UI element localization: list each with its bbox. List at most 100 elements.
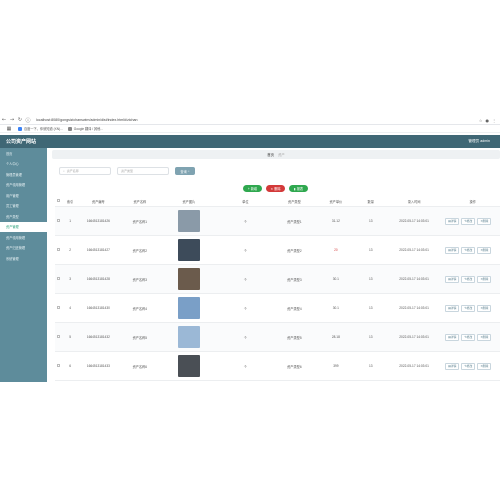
asset-thumbnail[interactable] [177, 326, 200, 348]
asset-thumbnail[interactable] [177, 210, 200, 232]
back-icon[interactable]: ← [0, 117, 8, 123]
cell-index: 5 [69, 335, 71, 339]
sidebar-item-asset-type[interactable]: 资产类型 [0, 211, 47, 222]
cell-code: 1664513181426 [86, 219, 110, 223]
cell-time: 2022-05-17 14:03:01 [399, 364, 429, 368]
sidebar-item-asset-use[interactable]: 资产领用管理 [0, 180, 47, 191]
delete-row-button[interactable]: ✕ 删除 [477, 217, 492, 225]
sidebar-item-asset-return[interactable]: 资产归还管理 [0, 243, 47, 254]
search-button[interactable]: 查询 ⌕ [175, 167, 195, 175]
detail-button[interactable]: ▤ 详情 [445, 362, 460, 370]
table-body: 1 1664513181426 资产名称1 个 资产类型1 31.12 13 2022-05-… [55, 207, 500, 381]
asset-thumbnail[interactable] [177, 268, 200, 290]
add-button[interactable]: + 新增 [243, 185, 262, 192]
delete-row-button[interactable]: ✕ 删除 [477, 362, 492, 370]
edit-button[interactable]: ✎ 修改 [461, 333, 476, 341]
cell-qty: 13 [368, 364, 373, 368]
row-checkbox[interactable] [55, 364, 63, 368]
bookmark-2[interactable]: Google 翻译 / 其他... [67, 126, 103, 131]
sidebar-item-assets[interactable]: 资产管理 [0, 221, 47, 232]
col-name: 资产名称 [133, 199, 147, 204]
row-checkbox[interactable] [55, 219, 63, 223]
sidebar-item-profile[interactable]: 个人中心 [0, 159, 47, 170]
address-bar: ← → ↻ ⓘ localhost:8080/gongsizichanswim/… [0, 116, 500, 125]
detail-button[interactable]: ▤ 详情 [445, 333, 460, 341]
cell-name: 资产名称2 [132, 248, 148, 253]
tab-assets[interactable]: 资产 [278, 152, 285, 157]
bookmark-1[interactable]: 百度一下，你就知道 (XN)... [18, 126, 63, 131]
col-ops: 操作 [469, 199, 476, 204]
edit-button[interactable]: ✎ 修改 [461, 275, 476, 283]
app-title: 公司资产网站 [6, 139, 37, 145]
sidebar-item-system[interactable]: 系统管理 [0, 253, 47, 264]
edit-button[interactable]: ✎ 修改 [461, 362, 476, 370]
asset-thumbnail[interactable] [177, 239, 200, 261]
user-info[interactable]: 管理员 admin [468, 139, 500, 144]
row-checkbox[interactable] [55, 335, 63, 339]
asset-type-input[interactable]: 资产类型 [117, 167, 169, 175]
cell-image [161, 326, 218, 348]
cell-unit: 个 [243, 364, 247, 369]
detail-button[interactable]: ▤ 详情 [445, 217, 460, 225]
sidebar-item-admin[interactable]: 管理员管理 [0, 169, 47, 180]
col-image: 资产图片 [182, 199, 196, 204]
search-bar: ⌕ 资产名称 资产类型 查询 ⌕ [59, 167, 195, 175]
cell-price: 399 [333, 364, 339, 368]
cell-qty: 13 [368, 277, 373, 281]
delete-row-button[interactable]: ✕ 删除 [477, 246, 492, 254]
row-checkbox[interactable] [55, 277, 63, 281]
edit-button[interactable]: ✎ 修改 [461, 217, 476, 225]
bookmarks-bar: ▦ 百度一下，你就知道 (XN)... Google 翻译 / 其他... [0, 125, 500, 133]
cell-image [161, 297, 218, 319]
sidebar-item-home[interactable]: 首页 [0, 148, 47, 159]
detail-button[interactable]: ▤ 详情 [445, 246, 460, 254]
detail-button[interactable]: ▤ 详情 [445, 275, 460, 283]
cell-ops: ▤ 详情 ✎ 修改 ✕ 删除 [443, 246, 500, 254]
cell-code: 1664513181433 [86, 364, 110, 368]
reload-icon[interactable]: ↻ [16, 117, 24, 123]
asset-thumbnail[interactable] [177, 297, 200, 319]
menu-icon[interactable]: ⋮ [492, 118, 496, 123]
delete-row-button[interactable]: ✕ 删除 [477, 333, 492, 341]
search-icon: ⌕ [187, 169, 190, 173]
table-row: 3 1664513181428 资产名称3 个 资产类型3 30.1 13 2022-05-1… [55, 265, 500, 294]
delete-row-button[interactable]: ✕ 删除 [477, 275, 492, 283]
col-qty: 数量 [367, 199, 374, 204]
report-button[interactable]: ▮ 报表 [289, 185, 308, 192]
sidebar-item-staff[interactable]: 员工管理 [0, 201, 47, 212]
detail-button[interactable]: ▤ 详情 [445, 304, 460, 312]
edit-button[interactable]: ✎ 修改 [461, 246, 476, 254]
cell-index: 2 [69, 248, 71, 252]
profile-icon[interactable]: ● [486, 118, 490, 123]
table-row: 6 1664513181433 资产名称6 个 资产类型6 399 13 2022-05-17… [55, 352, 500, 381]
table-row: 4 1664513181430 资产名称4 个 资产类型4 30.1 13 2022-05-1… [55, 294, 500, 323]
edit-button[interactable]: ✎ 修改 [461, 304, 476, 312]
sidebar-item-users[interactable]: 用户管理 [0, 190, 47, 201]
asset-thumbnail[interactable] [177, 355, 200, 377]
delete-row-button[interactable]: ✕ 删除 [477, 304, 492, 312]
info-icon[interactable]: ⓘ [24, 117, 32, 124]
trash-icon: ✕ [270, 186, 274, 191]
cell-time: 2022-05-17 14:03:01 [399, 335, 429, 339]
cell-type: 资产类型1 [287, 219, 302, 224]
forward-icon[interactable]: → [8, 117, 16, 123]
table-row: 5 1664513181432 资产名称5 个 资产类型5 28.18 13 2022-05-… [55, 323, 500, 352]
cell-name: 资产名称1 [132, 219, 148, 224]
cell-index: 1 [69, 219, 71, 223]
url-text[interactable]: localhost:8080/gongsizichanswim/admin/di… [36, 118, 137, 122]
cell-price: 28.18 [331, 335, 340, 339]
chart-icon: ▮ [293, 186, 296, 191]
cell-type: 资产类型4 [287, 306, 302, 311]
row-checkbox[interactable] [55, 248, 63, 252]
asset-name-input[interactable]: ⌕ 资产名称 [59, 167, 111, 175]
tab-home[interactable]: 首页 [267, 152, 274, 157]
cell-ops: ▤ 详情 ✎ 修改 ✕ 删除 [443, 304, 500, 312]
sidebar-item-asset-claim[interactable]: 资产领用管理 [0, 232, 47, 243]
bookmark-icon [18, 126, 22, 131]
apps-grid-icon[interactable]: ▦ [5, 126, 13, 132]
select-all-checkbox[interactable] [55, 199, 63, 203]
delete-button[interactable]: ✕ 删除 [266, 185, 285, 192]
star-icon[interactable]: ☆ [479, 118, 483, 123]
row-checkbox[interactable] [55, 306, 63, 310]
cell-time: 2022-05-17 14:03:01 [399, 277, 429, 281]
